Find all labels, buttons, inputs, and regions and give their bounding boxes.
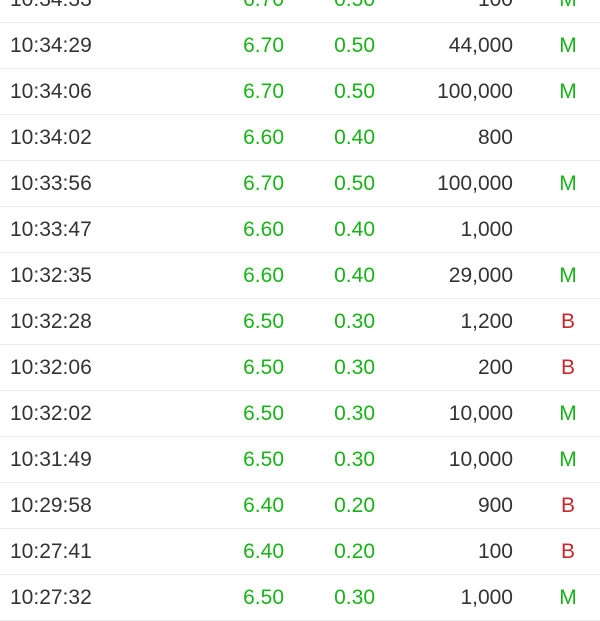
trade-time: 10:33:47: [10, 218, 92, 241]
trade-row: 10:34:33 6.70 0.50 100 M: [0, 0, 600, 23]
trade-time: 10:34:29: [10, 34, 92, 57]
trade-time: 10:31:49: [10, 448, 92, 471]
trade-volume: 100,000: [437, 80, 513, 103]
trade-row: 10:27:41 6.40 0.20 100 B: [0, 529, 600, 575]
trade-row: 10:34:02 6.60 0.40 800: [0, 115, 600, 161]
trade-price: 6.50: [243, 402, 284, 425]
trade-time: 10:29:58: [10, 494, 92, 517]
trade-change: 0.50: [334, 172, 375, 195]
trade-price: 6.60: [243, 264, 284, 287]
trade-change: 0.30: [334, 356, 375, 379]
trade-change: 0.50: [334, 0, 375, 23]
trade-change: 0.40: [334, 218, 375, 241]
trade-volume: 1,200: [460, 310, 513, 333]
trade-time: 10:34:33: [10, 0, 92, 23]
trade-volume: 100,000: [437, 172, 513, 195]
trade-change: 0.50: [334, 34, 375, 57]
trade-flag: M: [558, 0, 578, 23]
trade-price: 6.70: [243, 80, 284, 103]
trade-time: 10:27:41: [10, 540, 92, 563]
trade-flag: M: [559, 586, 577, 609]
trade-volume: 200: [477, 356, 513, 379]
trade-flag: M: [559, 172, 577, 195]
trade-volume: 1,000: [460, 586, 513, 609]
trade-flag: M: [559, 80, 577, 103]
trade-row: 10:32:35 6.60 0.40 29,000 M: [0, 253, 600, 299]
trade-time: 10:27:32: [10, 586, 92, 609]
trade-change: 0.20: [334, 494, 375, 517]
trade-volume: 900: [477, 494, 513, 517]
trade-volume: 10,000: [448, 448, 513, 471]
trade-flag: B: [560, 494, 575, 517]
trade-row: 10:32:28 6.50 0.30 1,200 B: [0, 299, 600, 345]
trade-flag: B: [560, 310, 575, 333]
trade-change: 0.30: [334, 448, 375, 471]
trade-time: 10:34:02: [10, 126, 92, 149]
trade-volume: 100: [478, 0, 513, 23]
trade-row: 10:34:29 6.70 0.50 44,000 M: [0, 23, 600, 69]
trade-volume: 100: [477, 540, 513, 563]
trade-flag: M: [559, 264, 577, 287]
trade-row: 10:31:49 6.50 0.30 10,000 M: [0, 437, 600, 483]
trade-time: 10:32:28: [10, 310, 92, 333]
trade-volume: 29,000: [448, 264, 513, 287]
trade-time: 10:32:35: [10, 264, 92, 287]
trade-price: 6.50: [243, 448, 284, 471]
trade-change: 0.40: [334, 264, 375, 287]
trade-price: 6.60: [243, 218, 284, 241]
trade-price: 6.60: [243, 126, 284, 149]
trade-row: 10:34:06 6.70 0.50 100,000 M: [0, 69, 600, 115]
trade-time: 10:32:02: [10, 402, 92, 425]
trade-time: 10:32:06: [10, 356, 92, 379]
trade-row: 10:27:32 6.50 0.30 1,000 M: [0, 575, 600, 621]
trade-row: 10:33:56 6.70 0.50 100,000 M: [0, 161, 600, 207]
trade-volume: 44,000: [448, 34, 513, 57]
trade-volume: 10,000: [448, 402, 513, 425]
trade-change: 0.20: [334, 540, 375, 563]
trade-flag: M: [559, 34, 577, 57]
trade-volume: 1,000: [460, 218, 513, 241]
trade-volume: 800: [477, 126, 513, 149]
trade-change: 0.50: [334, 80, 375, 103]
trade-time: 10:34:06: [10, 80, 92, 103]
trade-price: 6.40: [243, 540, 284, 563]
trade-row: 10:29:58 6.40 0.20 900 B: [0, 483, 600, 529]
trade-price: 6.70: [243, 0, 284, 23]
trade-change: 0.30: [334, 310, 375, 333]
trade-price: 6.70: [243, 172, 284, 195]
trade-row: 10:32:02 6.50 0.30 10,000 M: [0, 391, 600, 437]
trade-price: 6.50: [243, 310, 284, 333]
trade-row: 10:33:47 6.60 0.40 1,000: [0, 207, 600, 253]
trade-flag: M: [559, 402, 577, 425]
trade-price: 6.70: [243, 34, 284, 57]
trade-ticker-list[interactable]: 10:34:33 6.70 0.50 100 M 10:34:29 6.70 0…: [0, 0, 600, 621]
trade-change: 0.40: [334, 126, 375, 149]
trade-price: 6.50: [243, 586, 284, 609]
trade-flag: M: [559, 448, 577, 471]
trade-row: 10:32:06 6.50 0.30 200 B: [0, 345, 600, 391]
trade-flag: B: [560, 356, 575, 379]
trade-time: 10:33:56: [10, 172, 92, 195]
trade-price: 6.50: [243, 356, 284, 379]
trade-price: 6.40: [243, 494, 284, 517]
trade-change: 0.30: [334, 402, 375, 425]
trade-change: 0.30: [334, 586, 375, 609]
trade-flag: B: [560, 540, 575, 563]
